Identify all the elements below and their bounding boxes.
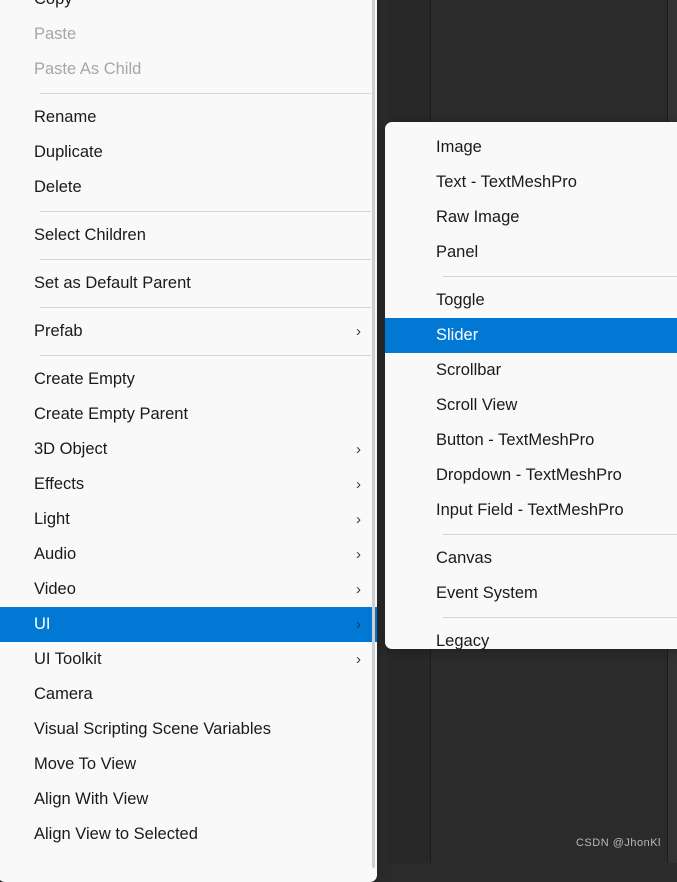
menu-item-panel[interactable]: Panel (385, 235, 677, 270)
menu-item-dropdown-textmeshpro[interactable]: Dropdown - TextMeshPro (385, 458, 677, 493)
context-menu-ui-submenu-list: Image Text - TextMeshPro Raw Image Panel Tog… (385, 130, 677, 659)
menu-item-label: Video (34, 580, 76, 599)
chevron-right-icon: › (356, 511, 361, 528)
menu-item-paste: Paste (0, 17, 377, 52)
menu-item-align-with-view[interactable]: Align With View (0, 782, 377, 817)
menu-item-raw-image[interactable]: Raw Image (385, 200, 677, 235)
menu-item-copy[interactable]: Copy (0, 0, 377, 17)
menu-item-scroll-view[interactable]: Scroll View (385, 388, 677, 423)
menu-item-duplicate[interactable]: Duplicate (0, 135, 377, 170)
menu-item-delete[interactable]: Delete (0, 170, 377, 205)
menu-item-label: Align View to Selected (34, 825, 198, 844)
menu-item-effects[interactable]: Effects › (0, 467, 377, 502)
menu-item-ui-toolkit[interactable]: UI Toolkit › (0, 642, 377, 677)
chevron-right-icon: › (356, 546, 361, 563)
menu-item-label: Visual Scripting Scene Variables (34, 720, 271, 739)
menu-item-label: Create Empty Parent (34, 405, 189, 424)
menu-separator (443, 276, 677, 277)
menu-item-label: Legacy (436, 632, 490, 651)
menu-item-align-view-to-selected[interactable]: Align View to Selected (0, 817, 377, 852)
chevron-right-icon: › (356, 581, 361, 598)
menu-item-label: Toggle (436, 291, 485, 310)
menu-item-text-textmeshpro[interactable]: Text - TextMeshPro (385, 165, 677, 200)
menu-separator (40, 211, 371, 212)
menu-item-toggle[interactable]: Toggle (385, 283, 677, 318)
menu-item-event-system[interactable]: Event System (385, 576, 677, 611)
menu-item-label: Paste (34, 25, 77, 44)
menu-item-label: Move To View (34, 755, 137, 774)
menu-item-create-empty-parent[interactable]: Create Empty Parent (0, 397, 377, 432)
menu-item-label: Copy (34, 0, 73, 8)
menu-item-label: Slider (436, 326, 479, 345)
menu-item-image[interactable]: Image (385, 130, 677, 165)
menu-item-label: 3D Object (34, 440, 108, 459)
menu-item-label: Align With View (34, 790, 149, 809)
menu-item-label: Effects (34, 475, 85, 494)
menu-item-label: Scrollbar (436, 361, 502, 380)
menu-item-light[interactable]: Light › (0, 502, 377, 537)
context-menu-primary-list: Copy Paste Paste As Child Rename Duplicate De… (0, 0, 377, 852)
menu-item-slider[interactable]: Slider (385, 318, 677, 353)
menu-item-label: Duplicate (34, 143, 103, 162)
menu-item-move-to-view[interactable]: Move To View (0, 747, 377, 782)
menu-separator (40, 355, 371, 356)
menu-item-label: Button - TextMeshPro (436, 431, 595, 450)
menu-item-label: Light (34, 510, 70, 529)
menu-item-label: Canvas (436, 549, 492, 568)
context-menu-primary[interactable]: Copy Paste Paste As Child Rename Duplicate De… (0, 0, 377, 882)
menu-item-label: Paste As Child (34, 60, 142, 79)
chevron-right-icon: › (356, 441, 361, 458)
menu-item-canvas[interactable]: Canvas (385, 541, 677, 576)
menu-separator (443, 617, 677, 618)
menu-item-3d-object[interactable]: 3D Object › (0, 432, 377, 467)
menu-item-label: Text - TextMeshPro (436, 173, 577, 192)
chevron-right-icon: › (356, 616, 361, 633)
menu-item-label: Select Children (34, 226, 146, 245)
menu-item-label: Delete (34, 178, 82, 197)
context-menu-scrollbar[interactable] (372, 0, 375, 868)
context-menu-ui-submenu[interactable]: Image Text - TextMeshPro Raw Image Panel Tog… (385, 122, 677, 649)
menu-item-label: Image (436, 138, 482, 157)
menu-item-label: Dropdown - TextMeshPro (436, 466, 622, 485)
menu-item-video[interactable]: Video › (0, 572, 377, 607)
menu-item-input-field-textmeshpro[interactable]: Input Field - TextMeshPro (385, 493, 677, 528)
menu-item-label: Scroll View (436, 396, 518, 415)
menu-separator (40, 259, 371, 260)
menu-item-rename[interactable]: Rename (0, 100, 377, 135)
menu-item-label: Raw Image (436, 208, 520, 227)
menu-item-visual-scripting-scene-variables[interactable]: Visual Scripting Scene Variables (0, 712, 377, 747)
menu-item-legacy[interactable]: Legacy (385, 624, 677, 659)
menu-item-label: UI (34, 615, 51, 634)
menu-item-audio[interactable]: Audio › (0, 537, 377, 572)
csdn-watermark: CSDN @JhonKl (575, 837, 661, 849)
menu-item-paste-as-child: Paste As Child (0, 52, 377, 87)
menu-item-label: Event System (436, 584, 538, 603)
menu-item-camera[interactable]: Camera (0, 677, 377, 712)
menu-item-ui[interactable]: UI › (0, 607, 377, 642)
menu-item-label: Rename (34, 108, 97, 127)
menu-item-label: UI Toolkit (34, 650, 102, 669)
menu-item-button-textmeshpro[interactable]: Button - TextMeshPro (385, 423, 677, 458)
menu-item-label: Camera (34, 685, 93, 704)
menu-item-label: Panel (436, 243, 479, 262)
menu-item-create-empty[interactable]: Create Empty (0, 362, 377, 397)
menu-item-scrollbar[interactable]: Scrollbar (385, 353, 677, 388)
chevron-right-icon: › (356, 476, 361, 493)
menu-item-label: Set as Default Parent (34, 274, 191, 293)
menu-item-label: Audio (34, 545, 77, 564)
menu-separator (443, 534, 677, 535)
chevron-right-icon: › (356, 651, 361, 668)
menu-item-label: Create Empty (34, 370, 135, 389)
menu-separator (40, 93, 371, 94)
menu-item-prefab[interactable]: Prefab › (0, 314, 377, 349)
menu-item-label: Prefab (34, 322, 83, 341)
menu-item-select-children[interactable]: Select Children (0, 218, 377, 253)
menu-separator (40, 307, 371, 308)
menu-item-set-as-default-parent[interactable]: Set as Default Parent (0, 266, 377, 301)
chevron-right-icon: › (356, 323, 361, 340)
menu-item-label: Input Field - TextMeshPro (436, 501, 624, 520)
